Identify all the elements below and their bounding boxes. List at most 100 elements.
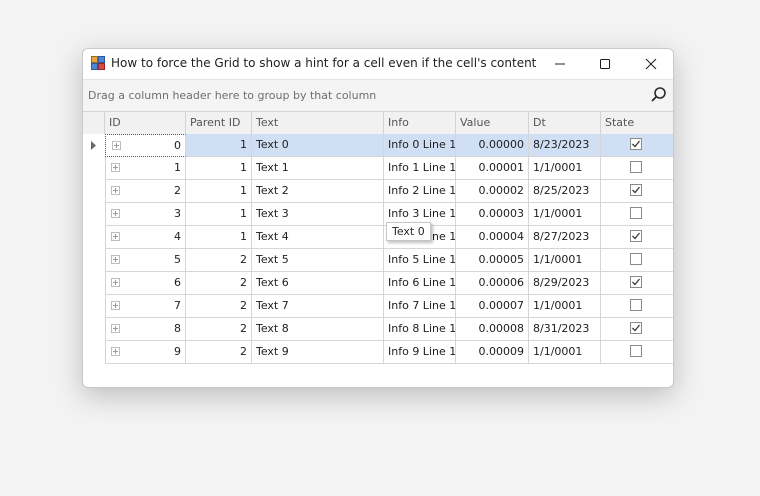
table-row[interactable]: 3 1 Text 3 Info 3 Line 1 0.00003 1/1/0001 — [83, 203, 673, 226]
close-button[interactable] — [628, 49, 673, 79]
cell-value[interactable]: 0.00000 — [456, 134, 529, 157]
cell-parent-id[interactable]: 1 — [186, 180, 252, 203]
cell-info[interactable]: Info 5 Line 1 — [384, 249, 456, 272]
cell-text[interactable]: Text 3 — [252, 203, 384, 226]
expand-icon[interactable] — [111, 186, 120, 195]
cell-info[interactable]: Info 8 Line 1 — [384, 318, 456, 341]
row-indicator[interactable] — [83, 272, 106, 295]
cell-dt[interactable]: 8/31/2023 — [529, 318, 601, 341]
cell-id[interactable]: 8 — [105, 318, 186, 341]
table-row[interactable]: 7 2 Text 7 Info 7 Line 1 0.00007 1/1/0001 — [83, 295, 673, 318]
column-header-dt[interactable]: Dt — [529, 112, 601, 134]
cell-value[interactable]: 0.00001 — [456, 157, 529, 180]
state-checkbox-checked[interactable] — [630, 276, 642, 288]
expand-icon[interactable] — [111, 255, 120, 264]
table-row[interactable]: 5 2 Text 5 Info 5 Line 1 0.00005 1/1/0001 — [83, 249, 673, 272]
cell-text[interactable]: Text 7 — [252, 295, 384, 318]
cell-text[interactable]: Text 4 — [252, 226, 384, 249]
cell-value[interactable]: 0.00004 — [456, 226, 529, 249]
row-indicator[interactable] — [83, 180, 106, 203]
cell-text[interactable]: Text 5 — [252, 249, 384, 272]
expand-icon[interactable] — [111, 347, 120, 356]
column-header-id[interactable]: ID — [105, 112, 186, 134]
row-indicator[interactable] — [83, 157, 106, 180]
cell-id[interactable]: 4 — [105, 226, 186, 249]
row-indicator[interactable] — [83, 249, 106, 272]
expand-icon[interactable] — [111, 232, 120, 241]
cell-dt[interactable]: 1/1/0001 — [529, 249, 601, 272]
cell-parent-id[interactable]: 1 — [186, 203, 252, 226]
cell-dt[interactable]: 1/1/0001 — [529, 203, 601, 226]
cell-info[interactable]: Info 0 Line 1 — [384, 134, 456, 157]
state-checkbox[interactable] — [630, 253, 642, 265]
title-bar[interactable]: How to force the Grid to show a hint for… — [83, 49, 673, 80]
table-row[interactable]: 2 1 Text 2 Info 2 Line 1 0.00002 8/25/2023 — [83, 180, 673, 203]
cell-dt[interactable]: 8/25/2023 — [529, 180, 601, 203]
cell-text[interactable]: Text 8 — [252, 318, 384, 341]
table-row[interactable]: 0 1 Text 0 Info 0 Line 1 0.00000 8/23/2023 — [83, 134, 673, 157]
cell-info[interactable]: Info 9 Line 1 — [384, 341, 456, 364]
table-row[interactable]: 41Text 4Info 4 Line 10.000048/27/2023 — [83, 226, 673, 249]
cell-id[interactable]: 6 — [105, 272, 186, 295]
row-indicator[interactable] — [83, 318, 106, 341]
cell-parent-id[interactable]: 2 — [186, 341, 252, 364]
cell-info[interactable]: Info 2 Line 1 — [384, 180, 456, 203]
cell-parent-id[interactable]: 2 — [186, 272, 252, 295]
expand-icon[interactable] — [111, 278, 120, 287]
column-header-state[interactable]: State — [601, 112, 673, 134]
cell-info[interactable]: Info 6 Line 1 — [384, 272, 456, 295]
column-header-text[interactable]: Text — [252, 112, 384, 134]
row-indicator[interactable] — [83, 341, 106, 364]
state-checkbox-checked[interactable] — [630, 230, 642, 242]
cell-id[interactable]: 1 — [105, 157, 186, 180]
row-indicator[interactable] — [83, 134, 106, 157]
table-row[interactable]: 9 2 Text 9 Info 9 Line 1 0.00009 1/1/0001 — [83, 341, 673, 364]
cell-dt[interactable]: 1/1/0001 — [529, 157, 601, 180]
cell-parent-id[interactable]: 2 — [186, 295, 252, 318]
cell-dt[interactable]: 8/27/2023 — [529, 226, 601, 249]
table-row[interactable]: 8 2 Text 8 Info 8 Line 1 0.00008 8/31/2023 — [83, 318, 673, 341]
row-indicator[interactable] — [83, 226, 106, 249]
cell-text[interactable]: Text 1 — [252, 157, 384, 180]
cell-id[interactable]: 7 — [105, 295, 186, 318]
search-icon[interactable] — [650, 86, 668, 104]
row-indicator[interactable] — [83, 295, 106, 318]
cell-dt[interactable]: 1/1/0001 — [529, 341, 601, 364]
cell-dt[interactable]: 1/1/0001 — [529, 295, 601, 318]
cell-text[interactable]: Text 6 — [252, 272, 384, 295]
table-row[interactable]: 6 2 Text 6 Info 6 Line 1 0.00006 8/29/2023 — [83, 272, 673, 295]
cell-text[interactable]: Text 2 — [252, 180, 384, 203]
group-panel[interactable]: Drag a column header here to group by th… — [83, 80, 673, 112]
state-checkbox[interactable] — [630, 161, 642, 173]
expand-icon[interactable] — [111, 301, 120, 310]
cell-parent-id[interactable]: 1 — [186, 134, 252, 157]
state-checkbox[interactable] — [630, 207, 642, 219]
cell-value[interactable]: 0.00005 — [456, 249, 529, 272]
cell-value[interactable]: 0.00003 — [456, 203, 529, 226]
cell-value[interactable]: 0.00002 — [456, 180, 529, 203]
expand-icon[interactable] — [111, 324, 120, 333]
expand-icon[interactable] — [111, 209, 120, 218]
cell-id[interactable]: 3 — [105, 203, 186, 226]
cell-value[interactable]: 0.00008 — [456, 318, 529, 341]
cell-value[interactable]: 0.00006 — [456, 272, 529, 295]
maximize-button[interactable] — [582, 49, 628, 79]
state-checkbox-checked[interactable] — [630, 322, 642, 334]
cell-id[interactable]: 5 — [105, 249, 186, 272]
expand-icon[interactable] — [111, 163, 120, 172]
state-checkbox[interactable] — [630, 345, 642, 357]
cell-parent-id[interactable]: 2 — [186, 318, 252, 341]
state-checkbox-checked[interactable] — [630, 138, 642, 150]
cell-id[interactable]: 2 — [105, 180, 186, 203]
expand-icon[interactable] — [112, 141, 121, 150]
cell-parent-id[interactable]: 1 — [186, 226, 252, 249]
row-indicator[interactable] — [83, 203, 106, 226]
column-header-value[interactable]: Value — [456, 112, 529, 134]
cell-parent-id[interactable]: 2 — [186, 249, 252, 272]
cell-parent-id[interactable]: 1 — [186, 157, 252, 180]
cell-id[interactable]: 0 — [105, 134, 186, 157]
cell-text[interactable]: Text 0 — [252, 134, 384, 157]
minimize-button[interactable] — [537, 49, 583, 79]
cell-value[interactable]: 0.00007 — [456, 295, 529, 318]
column-header-info[interactable]: Info — [384, 112, 456, 134]
